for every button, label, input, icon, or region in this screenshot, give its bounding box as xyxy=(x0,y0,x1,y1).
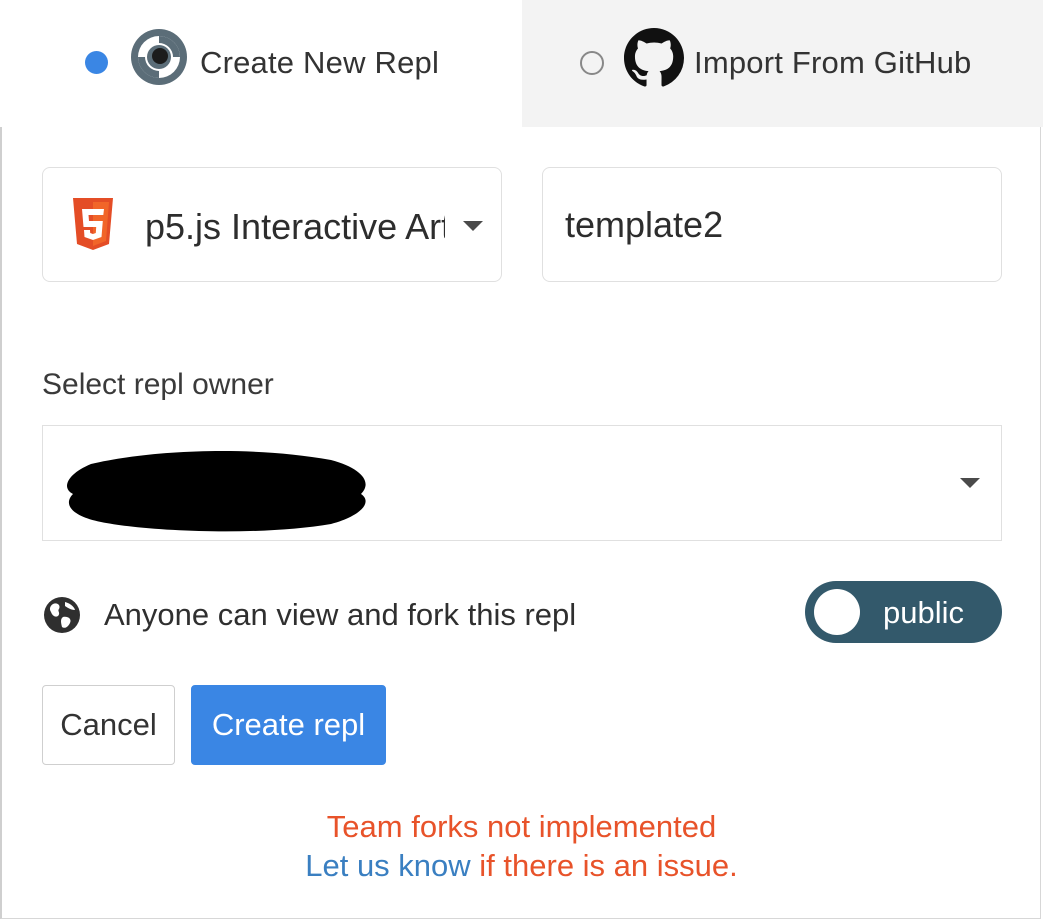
visibility-description: Anyone can view and fork this repl xyxy=(104,597,577,632)
redaction-mark xyxy=(67,451,366,532)
chevron-down-icon xyxy=(960,478,980,488)
error-help: Let us know if there is an issue. xyxy=(0,848,1043,884)
toggle-label: public xyxy=(883,595,964,630)
language-select[interactable]: p5.js Interactive Art xyxy=(42,167,502,282)
cancel-button[interactable]: Cancel xyxy=(42,685,175,765)
repl-name-input[interactable] xyxy=(542,167,1002,282)
chevron-down-icon xyxy=(463,221,483,231)
owner-label: Select repl owner xyxy=(42,368,274,401)
globe-icon xyxy=(44,597,80,633)
create-repl-button[interactable]: Create repl xyxy=(191,685,386,765)
tab-create-label: Create New Repl xyxy=(200,45,440,80)
error-help-text: if there is an issue. xyxy=(470,848,738,883)
visibility-toggle[interactable]: public xyxy=(805,581,1002,643)
owner-select[interactable] xyxy=(42,425,1002,541)
error-message: Team forks not implemented xyxy=(326,809,717,844)
github-icon xyxy=(624,28,684,87)
toggle-knob[interactable] xyxy=(814,589,860,635)
tab-import-label: Import From GitHub xyxy=(694,45,972,80)
tab-create-new-repl[interactable]: Create New Repl xyxy=(0,0,522,127)
replit-logo-icon xyxy=(131,29,187,85)
radio-unselected[interactable] xyxy=(580,51,604,75)
language-select-value: p5.js Interactive Art xyxy=(145,206,445,247)
radio-selected[interactable] xyxy=(85,51,108,74)
html5-icon xyxy=(73,198,113,250)
tab-import-from-github[interactable]: Import From GitHub xyxy=(522,0,1043,127)
let-us-know-link[interactable]: Let us know xyxy=(305,848,470,883)
